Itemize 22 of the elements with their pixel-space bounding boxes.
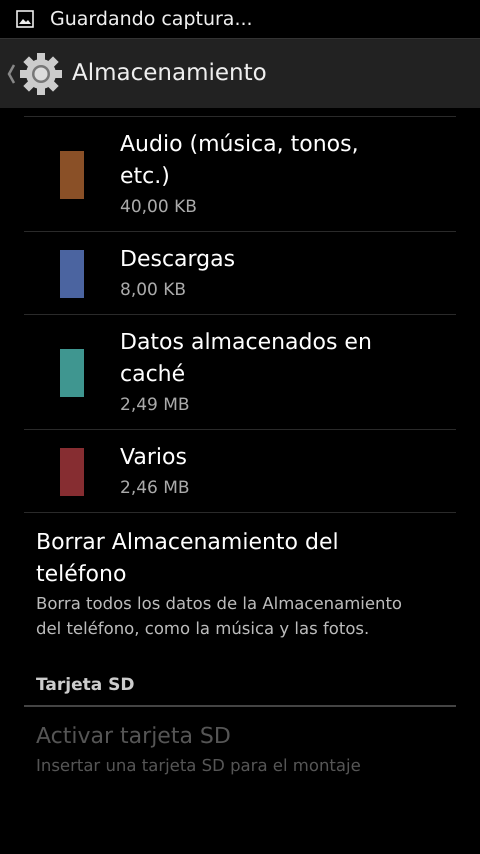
item-title: Varios [120,444,188,472]
preference-summary: Borra todos los datos de la Almacenamiento del teléfono, como la música y las fotos. [35,593,404,640]
back-chevron-icon [6,62,16,84]
gear-icon [18,50,64,96]
item-size: 2,49 MB [120,394,191,417]
item-size: 40,00 KB [120,196,198,219]
item-title: Descargas [120,246,236,274]
image-icon [16,10,34,28]
storage-item[interactable]: Varios 2,46 MB [24,430,456,513]
notification-text: Guardando captura... [50,6,253,32]
item-size: 8,00 KB [120,279,188,302]
item-title: Audio (música, tonos, etc.) [120,131,360,191]
section-header: Tarjeta SD [24,653,456,706]
item-size: 2,46 MB [120,477,191,500]
item-title: Datos almacenados en caché [120,329,373,389]
preference-title: Activar tarjeta SD [35,722,232,750]
storage-item[interactable]: Audio (música, tonos, etc.) 40,00 KB [24,117,456,232]
preference-title[interactable]: Borrar Almacenamiento del teléfono [24,527,424,591]
storage-item[interactable]: Datos almacenados en caché 2,49 MB [24,315,456,430]
storage-item[interactable]: Descargas 8,00 KB [24,232,456,315]
preference-summary: Insertar una tarjeta SD para el montaje [35,754,362,776]
screen-title: Almacenamiento [72,59,267,88]
